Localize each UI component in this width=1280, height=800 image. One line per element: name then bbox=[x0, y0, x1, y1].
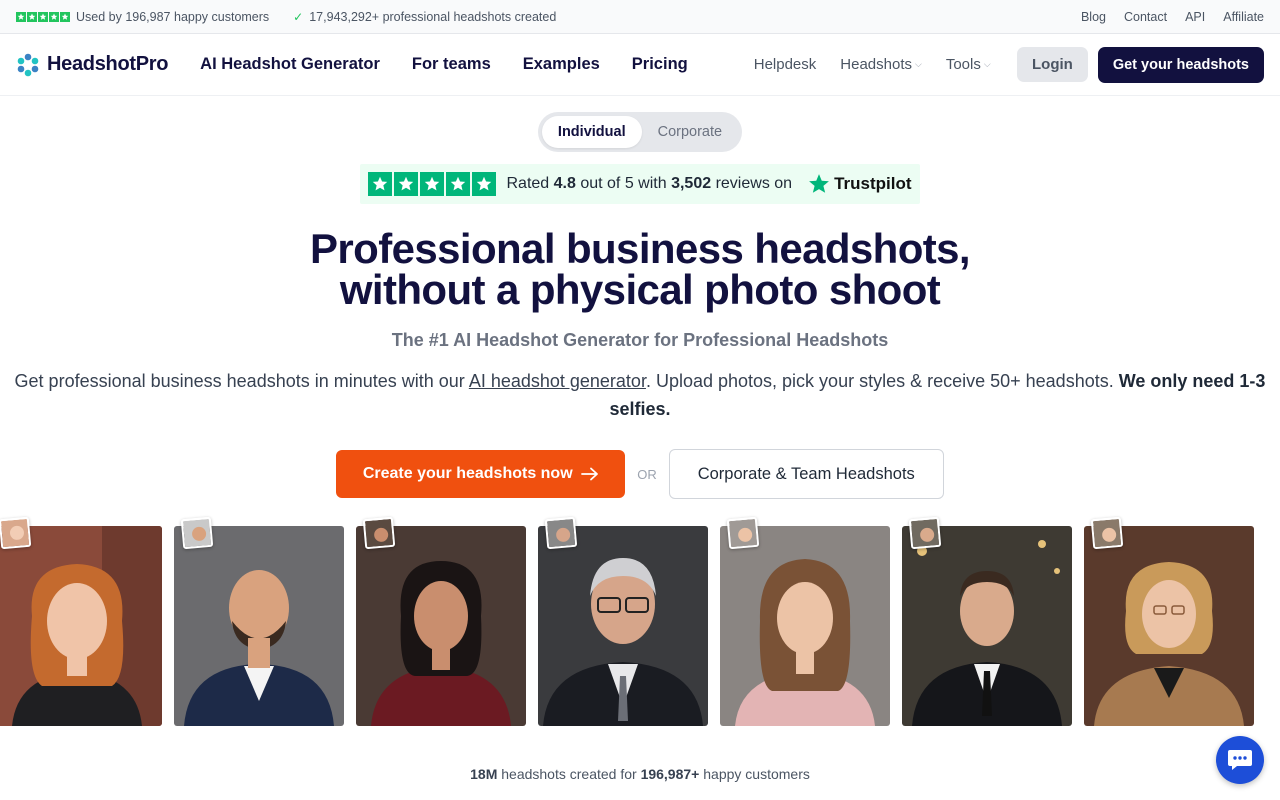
headshots-text: 17,943,292+ professional headshots creat… bbox=[309, 9, 557, 24]
api-link[interactable]: API bbox=[1185, 10, 1205, 24]
tp-score: 4.8 bbox=[553, 175, 576, 192]
headshot-photo bbox=[174, 526, 344, 726]
headshot-gallery bbox=[0, 516, 1280, 726]
affiliate-link[interactable]: Affiliate bbox=[1223, 10, 1264, 24]
selfie-thumbnail bbox=[908, 516, 942, 550]
stats-count: 18M bbox=[470, 766, 498, 782]
stats-line: 18M headshots created for 196,987+ happy… bbox=[0, 766, 1280, 782]
login-button[interactable]: Login bbox=[1017, 47, 1088, 82]
contact-link[interactable]: Contact bbox=[1124, 10, 1167, 24]
top-bar: Used by 196,987 happy customers ✓ 17,943… bbox=[0, 0, 1280, 34]
tp-rated: Rated bbox=[506, 175, 550, 192]
arrow-right-icon bbox=[580, 467, 598, 481]
nav-ai-headshot-generator[interactable]: AI Headshot Generator bbox=[200, 55, 380, 74]
toggle-corporate[interactable]: Corporate bbox=[642, 116, 738, 148]
headshot-photo bbox=[0, 526, 162, 726]
nav-tools-dropdown[interactable]: Tools ⌵ bbox=[946, 56, 991, 73]
headshot-photo bbox=[1084, 526, 1254, 726]
or-separator: OR bbox=[637, 466, 657, 482]
stats-mid: headshots created for bbox=[501, 766, 637, 782]
nav-pricing[interactable]: Pricing bbox=[632, 55, 688, 74]
logo[interactable]: HeadshotPro bbox=[16, 53, 168, 77]
headshot-photo bbox=[538, 526, 708, 726]
trustpilot-brand-text: Trustpilot bbox=[834, 174, 912, 193]
headshot-photo bbox=[720, 526, 890, 726]
tp-out-of: out of 5 with bbox=[580, 175, 667, 192]
selfie-thumbnail bbox=[1090, 516, 1124, 550]
nav-helpdesk[interactable]: Helpdesk bbox=[754, 56, 817, 73]
check-icon: ✓ bbox=[293, 9, 304, 24]
trustpilot-star-icon bbox=[809, 174, 829, 193]
hero-lead: Get professional business headshots in m… bbox=[0, 367, 1280, 423]
nav-tools-label: Tools bbox=[945, 56, 981, 73]
hero-title: Professional business headshots, without… bbox=[0, 225, 1280, 313]
lead-part1: Get professional business headshots in m… bbox=[14, 371, 465, 391]
corporate-team-button[interactable]: Corporate & Team Headshots bbox=[668, 449, 944, 499]
selfie-thumbnail bbox=[180, 516, 214, 550]
selfie-thumbnail bbox=[362, 516, 396, 550]
trustpilot-logo: Trustpilot bbox=[808, 173, 912, 195]
selfie-thumbnail bbox=[0, 516, 32, 550]
rating-stars bbox=[16, 11, 70, 22]
chat-icon bbox=[1228, 750, 1252, 770]
stats-end: happy customers bbox=[703, 766, 810, 782]
nav-for-teams[interactable]: For teams bbox=[412, 55, 491, 74]
selfie-thumbnail bbox=[726, 516, 760, 550]
headshots-info: ✓ 17,943,292+ professional headshots cre… bbox=[293, 10, 556, 24]
nav-headshots-dropdown[interactable]: Headshots ⌵ bbox=[840, 56, 922, 73]
ai-generator-link[interactable]: AI headshot generator bbox=[469, 371, 646, 391]
logo-icon bbox=[17, 53, 39, 76]
hero-title-line1: Professional business headshots, bbox=[310, 225, 971, 272]
plan-toggle: Individual Corporate bbox=[537, 112, 743, 152]
chevron-down-icon: ⌵ bbox=[983, 59, 991, 69]
selfie-thumbnail bbox=[544, 516, 578, 550]
tp-text: Rated 4.8 out of 5 with 3,502 reviews on bbox=[506, 175, 792, 193]
hero-subtitle: The #1 AI Headshot Generator for Profess… bbox=[391, 330, 889, 350]
trustpilot-stars bbox=[368, 172, 497, 196]
trustpilot-badge[interactable]: Rated 4.8 out of 5 with 3,502 reviews on… bbox=[360, 164, 920, 204]
headshot-photo bbox=[902, 526, 1072, 726]
toggle-individual[interactable]: Individual bbox=[541, 116, 642, 148]
nav-headshots-label: Headshots bbox=[840, 56, 912, 73]
get-headshots-button[interactable]: Get your headshots bbox=[1097, 46, 1264, 83]
chat-button[interactable] bbox=[1216, 736, 1264, 784]
chevron-down-icon: ⌵ bbox=[915, 59, 922, 69]
blog-link[interactable]: Blog bbox=[1081, 10, 1106, 24]
main-nav: HeadshotPro AI Headshot Generator For te… bbox=[0, 34, 1280, 96]
customers-info: Used by 196,987 happy customers bbox=[16, 10, 269, 24]
tp-count: 3,502 bbox=[671, 175, 712, 192]
nav-examples[interactable]: Examples bbox=[523, 55, 600, 74]
tp-reviews-on: reviews on bbox=[715, 175, 793, 192]
create-headshots-button[interactable]: Create your headshots now bbox=[336, 450, 626, 498]
lead-part2: . Upload photos, pick your styles & rece… bbox=[645, 371, 1114, 391]
create-headshots-label: Create your headshots now bbox=[362, 465, 573, 482]
logo-text: HeadshotPro bbox=[47, 53, 169, 75]
hero-title-line2: without a physical photo shoot bbox=[339, 266, 941, 313]
headshot-photo bbox=[356, 526, 526, 726]
customers-text: Used by 196,987 happy customers bbox=[76, 9, 270, 24]
stats-customers: 196,987+ bbox=[640, 766, 700, 782]
